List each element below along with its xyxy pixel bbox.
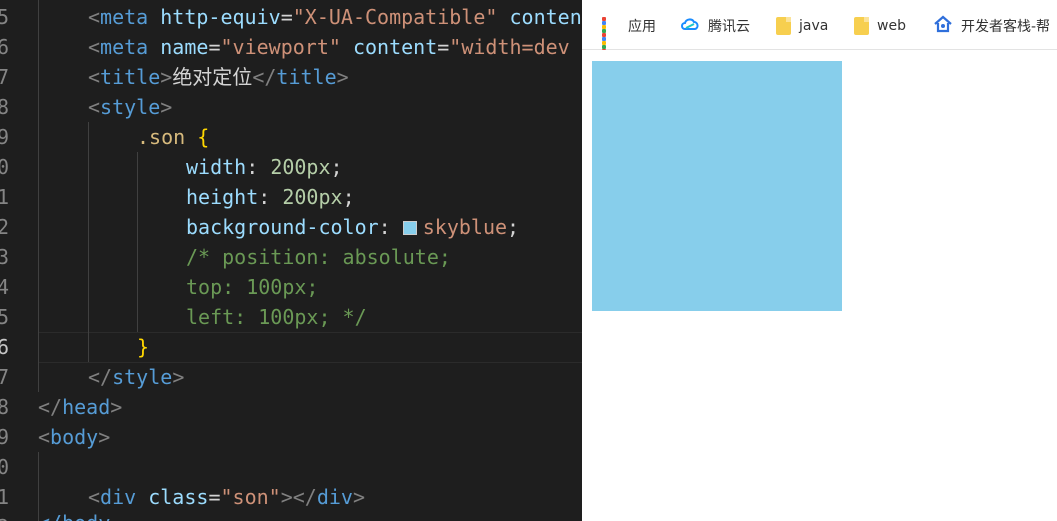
line-number: 4 (0, 275, 10, 299)
code-line-body-close-partial[interactable]: </body (38, 508, 582, 521)
bookmark-web[interactable]: web (854, 14, 906, 38)
line-number: 1 (0, 485, 10, 509)
indent-guide (88, 122, 89, 362)
browser-window: 应用 腾讯云 java web 开发者客栈-帮 (582, 0, 1057, 521)
bookmark-label: web (877, 18, 906, 34)
line-number: 9 (0, 425, 10, 449)
line-number: 7 (0, 65, 10, 89)
bookmark-apps[interactable]: 应用 (602, 14, 656, 53)
code-line-title[interactable]: <title>绝对定位</title> (88, 62, 582, 92)
code-line-comment-position[interactable]: /* position: absolute; (186, 242, 582, 272)
bookmark-java[interactable]: java (776, 14, 828, 38)
bookmark-label: 腾讯云 (708, 19, 750, 35)
line-number: 0 (0, 155, 10, 179)
line-number: 7 (0, 365, 10, 389)
line-number: 2 (0, 215, 10, 239)
line-number-active: 6 (0, 335, 10, 359)
line-number: 1 (0, 185, 10, 209)
indent-guide (38, 0, 39, 392)
bookmark-label: java (799, 18, 829, 34)
code-line-meta-compat[interactable]: <meta http-equiv="X-UA-Compatible" conte… (88, 2, 582, 32)
bookmarks-bar: 应用 腾讯云 java web 开发者客栈-帮 (582, 0, 1057, 53)
line-number-gutter: 5 6 7 8 9 0 1 2 3 4 5 6 7 8 9 0 1 2 (0, 0, 14, 521)
apps-grid-icon (602, 17, 620, 53)
indent-guide (137, 152, 138, 332)
home-icon (933, 15, 953, 37)
code-line-height[interactable]: height: 200px; (186, 182, 582, 212)
code-line-head-close[interactable]: </head> (38, 392, 582, 422)
line-number: 5 (0, 5, 10, 29)
code-line-style-open[interactable]: <style> (88, 92, 582, 122)
bookmark-label: 开发者客栈-帮 (961, 19, 1051, 35)
page-viewport (582, 50, 1057, 521)
code-line-background-color[interactable]: background-color: skyblue; (186, 212, 582, 242)
bookmark-developer-inn[interactable]: 开发者客栈-帮 (933, 14, 1050, 38)
code-line-selector[interactable]: .son { (137, 122, 582, 152)
bookmark-tencent-cloud[interactable]: 腾讯云 (680, 14, 750, 38)
line-number: 8 (0, 395, 10, 419)
tencent-cloud-icon (680, 16, 700, 36)
line-number: 0 (0, 455, 10, 479)
code-editor[interactable]: 5 6 7 8 9 0 1 2 3 4 5 6 7 8 9 0 1 2 <met… (0, 0, 582, 521)
line-number: 8 (0, 95, 10, 119)
code-line-comment-top[interactable]: top: 100px; (186, 272, 582, 302)
code-line-style-close[interactable]: </style> (88, 362, 582, 392)
folder-icon (776, 17, 791, 35)
code-line-close-brace[interactable]: } (137, 332, 582, 362)
line-number: 5 (0, 305, 10, 329)
code-line-body-open[interactable]: <body> (38, 422, 582, 452)
line-number: 2 (0, 512, 11, 521)
bookmark-label: 应用 (628, 19, 656, 35)
line-number: 3 (0, 245, 10, 269)
line-number: 9 (0, 125, 10, 149)
code-line-meta-viewport[interactable]: <meta name="viewport" content="width=dev (88, 32, 582, 62)
son-box (592, 61, 842, 311)
color-swatch-icon[interactable] (402, 221, 417, 235)
folder-icon (854, 17, 869, 35)
code-line-width[interactable]: width: 200px; (186, 152, 582, 182)
line-number: 6 (0, 35, 10, 59)
code-line-comment-left[interactable]: left: 100px; */ (186, 302, 582, 332)
